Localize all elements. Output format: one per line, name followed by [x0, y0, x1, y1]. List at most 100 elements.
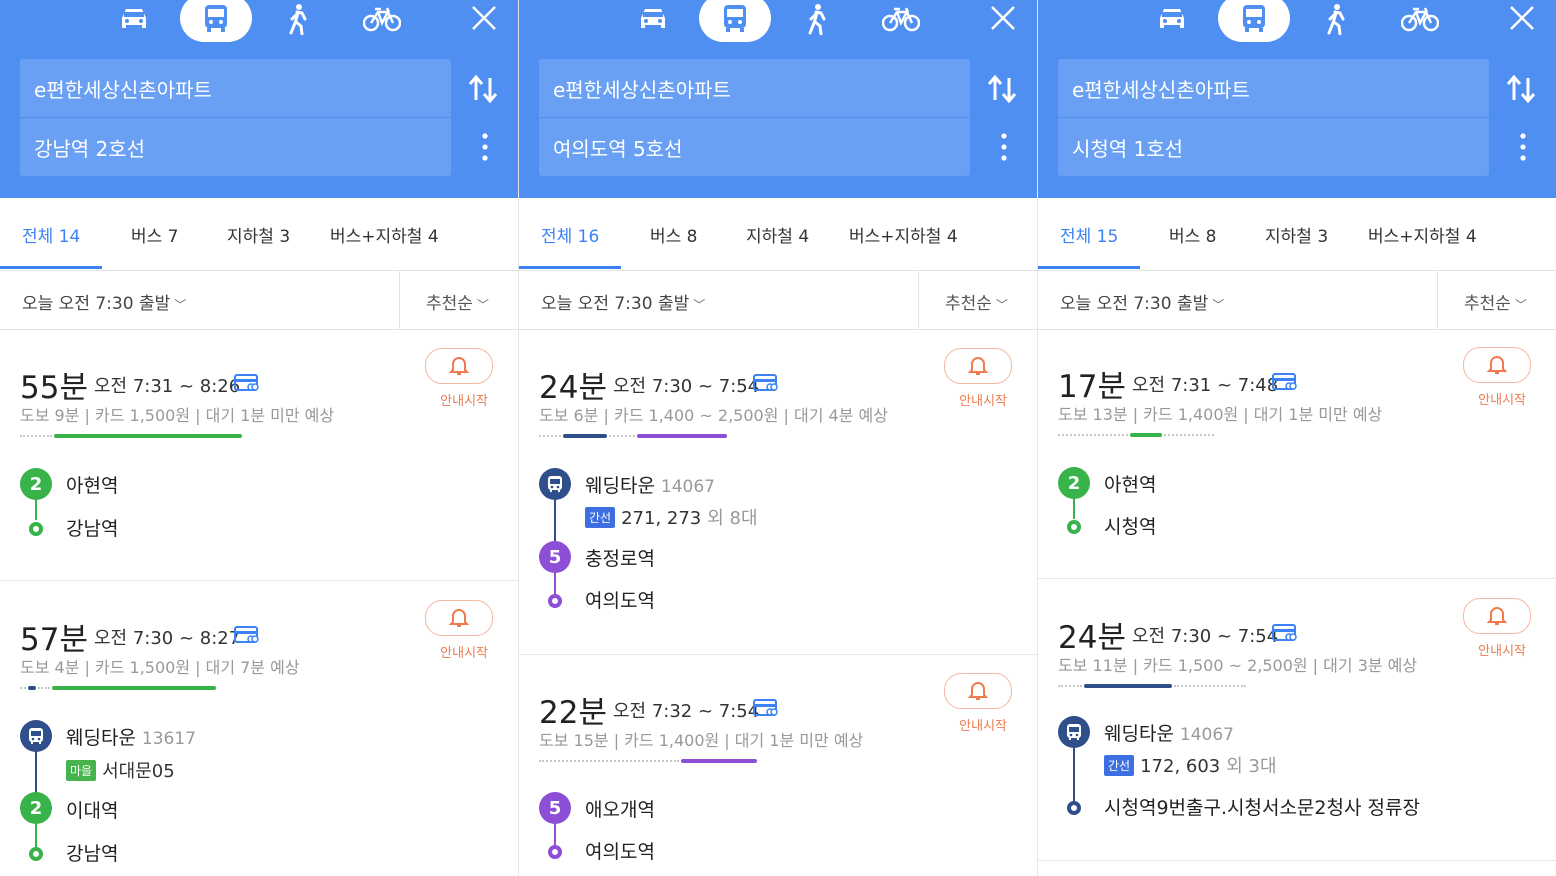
route-panel-3: e편한세상신촌아파트 시청역 1호선 전체 15 버스 8 지하철 3 버스+지… — [1037, 0, 1556, 876]
origin-field[interactable]: e편한세상신촌아파트 — [20, 59, 451, 117]
destination-field[interactable]: 여의도역 5호선 — [539, 117, 970, 176]
bus-mode-button[interactable] — [1218, 0, 1290, 42]
car-mode-button[interactable] — [1136, 0, 1208, 42]
close-icon[interactable] — [1506, 2, 1538, 34]
bus-stop-id: 14067 — [660, 477, 716, 497]
bus-stop-badge — [539, 468, 571, 500]
route-progress-bar — [20, 686, 216, 690]
bus-icon — [548, 476, 562, 492]
bike-mode-button[interactable] — [865, 0, 937, 42]
bus-icon — [205, 5, 227, 32]
alighting-station: 여의도역 — [585, 590, 655, 612]
bus-route-number: 271, 273 — [621, 508, 702, 529]
sort-selector[interactable]: 추천순 ﹀ — [918, 271, 1037, 329]
car-mode-button[interactable] — [617, 0, 689, 42]
destination-field[interactable]: 강남역 2호선 — [20, 117, 451, 176]
tab-all[interactable]: 전체 14 — [22, 222, 80, 247]
tab-subway[interactable]: 지하철 3 — [227, 222, 290, 247]
walk-icon — [1327, 4, 1345, 35]
transport-mode-bar — [1038, 0, 1556, 44]
departure-time-label: 오늘 오전 7:30 출발 — [541, 294, 690, 314]
card-payment-icon — [234, 626, 259, 643]
bell-icon — [449, 357, 469, 375]
more-options-icon[interactable] — [997, 130, 1011, 164]
tab-subway[interactable]: 지하철 4 — [746, 222, 809, 247]
walk-mode-button[interactable] — [262, 0, 334, 42]
tab-bus[interactable]: 버스 8 — [1169, 222, 1217, 247]
swap-icon[interactable] — [466, 72, 500, 106]
route-card[interactable]: 22분 오전 7:32 ~ 7:54 도보 15분 | 카드 1,400원 | … — [519, 673, 1037, 876]
boarding-station: 아현역 — [66, 475, 119, 497]
start-guidance-button[interactable] — [425, 348, 493, 384]
route-card[interactable]: 57분 오전 7:30 ~ 8:27 도보 4분 | 카드 1,500원 | 대… — [0, 600, 518, 876]
tab-bus-subway[interactable]: 버스+지하철 4 — [330, 222, 439, 247]
swap-icon[interactable] — [1504, 72, 1538, 106]
start-guidance-button[interactable] — [425, 600, 493, 636]
route-card[interactable]: 17분 오전 7:31 ~ 7:48 도보 13분 | 카드 1,400원 | … — [1038, 347, 1556, 577]
bus-icon — [1243, 5, 1265, 32]
route-time: 오전 7:31 ~ 7:48 — [1132, 375, 1279, 396]
route-progress-bar — [1058, 684, 1246, 688]
swap-icon[interactable] — [985, 72, 1019, 106]
walk-icon — [289, 4, 307, 35]
tab-subway[interactable]: 지하철 3 — [1265, 222, 1328, 247]
card-payment-icon — [1272, 624, 1297, 641]
tab-bus-subway[interactable]: 버스+지하철 4 — [849, 222, 958, 247]
tab-bus-subway[interactable]: 버스+지하철 4 — [1368, 222, 1477, 247]
start-guidance-button[interactable] — [1463, 598, 1531, 634]
departure-time-selector[interactable]: 오늘 오전 7:30 출발 ﹀ — [22, 289, 186, 314]
tab-all[interactable]: 전체 15 — [1060, 222, 1118, 247]
transport-mode-bar — [519, 0, 1037, 44]
tab-bus[interactable]: 버스 7 — [131, 222, 179, 247]
close-icon[interactable] — [468, 2, 500, 34]
close-icon[interactable] — [987, 2, 1019, 34]
bike-mode-button[interactable] — [346, 0, 418, 42]
alighting-station: 강남역 — [66, 843, 119, 865]
car-mode-button[interactable] — [98, 0, 170, 42]
destination-field[interactable]: 시청역 1호선 — [1058, 117, 1489, 176]
start-guidance-button[interactable] — [944, 673, 1012, 709]
search-header: e편한세상신촌아파트 시청역 1호선 — [1038, 0, 1556, 198]
bus-mode-button[interactable] — [180, 0, 252, 42]
chevron-down-icon: ﹀ — [693, 298, 706, 312]
transfer-station: 이대역 — [66, 800, 119, 822]
sort-label: 추천순 — [1464, 294, 1511, 314]
route-card[interactable]: 24분 오전 7:30 ~ 7:54 도보 11분 | 카드 1,500 ~ 2… — [1038, 598, 1556, 860]
bus-stop-badge — [20, 720, 52, 752]
more-options-icon[interactable] — [1516, 130, 1530, 164]
walk-mode-button[interactable] — [781, 0, 853, 42]
departure-time-label: 오늘 오전 7:30 출발 — [22, 294, 171, 314]
line-5-badge: 5 — [539, 792, 571, 824]
start-guidance-button[interactable] — [1463, 347, 1531, 383]
route-summary: 도보 6분 | 카드 1,400 ~ 2,500원 | 대기 4분 예상 — [539, 406, 888, 425]
chevron-down-icon: ﹀ — [1212, 298, 1225, 312]
bike-mode-button[interactable] — [1384, 0, 1456, 42]
tab-bus[interactable]: 버스 8 — [650, 222, 698, 247]
bus-route-line: 간선 271, 273 외 8대 — [585, 504, 758, 530]
route-summary: 도보 9분 | 카드 1,500원 | 대기 1분 미만 예상 — [20, 406, 335, 425]
walk-mode-button[interactable] — [1300, 0, 1372, 42]
more-options-icon[interactable] — [478, 130, 492, 164]
bike-icon — [363, 7, 401, 32]
start-guidance-label: 안내시작 — [959, 394, 1007, 409]
departure-time-selector[interactable]: 오늘 오전 7:30 출발 ﹀ — [1060, 289, 1224, 314]
start-guidance-button[interactable] — [944, 348, 1012, 384]
origin-field[interactable]: e편한세상신촌아파트 — [539, 59, 970, 117]
tab-all[interactable]: 전체 16 — [541, 222, 599, 247]
route-duration: 22분 — [539, 695, 607, 731]
sort-selector[interactable]: 추천순 ﹀ — [399, 271, 518, 329]
transfer-station: 충정로역 — [585, 548, 655, 570]
start-guidance-label: 안내시작 — [440, 394, 488, 409]
boarding-station: 애오개역 — [585, 799, 655, 821]
route-card[interactable]: 24분 오전 7:30 ~ 7:54 도보 6분 | 카드 1,400 ~ 2,… — [519, 348, 1037, 652]
car-icon — [1160, 9, 1184, 28]
bus-stop-name: 웨딩타운 13617 — [66, 727, 197, 749]
sort-selector[interactable]: 추천순 ﹀ — [1437, 271, 1556, 329]
origin-field[interactable]: e편한세상신촌아파트 — [1058, 59, 1489, 117]
departure-time-selector[interactable]: 오늘 오전 7:30 출발 ﹀ — [541, 289, 705, 314]
bus-mode-button[interactable] — [699, 0, 771, 42]
route-input-box: e편한세상신촌아파트 강남역 2호선 — [20, 59, 451, 176]
route-time: 오전 7:30 ~ 7:54 — [613, 376, 760, 397]
village-bus-tag: 마을 — [66, 759, 97, 781]
route-card[interactable]: 55분 오전 7:31 ~ 8:26 도보 9분 | 카드 1,500원 | 대… — [0, 348, 518, 580]
